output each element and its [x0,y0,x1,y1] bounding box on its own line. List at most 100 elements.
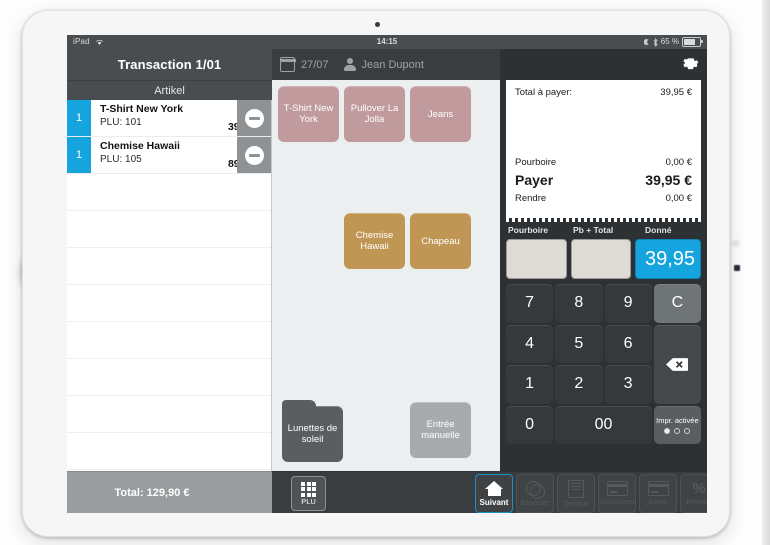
empty-list-row [67,285,271,322]
item-qty: 1 [67,100,91,136]
minus-circle-icon [244,108,264,128]
manual-entry-button[interactable]: Entrée manuelle [410,402,471,458]
receipt-pay-label: Payer [515,172,554,188]
status-clock: 14:15 [376,37,398,46]
background-edge-right [762,0,770,545]
key-3[interactable]: 3 [604,365,652,404]
key-0[interactable]: 0 [506,405,554,444]
home-icon [484,480,504,497]
invoice-icon [568,479,584,498]
tip-total-input-label: Pb + Total [573,225,614,235]
table-row[interactable]: 1 T-Shirt New York PLU: 101 39,95 € [67,100,271,137]
item-qty: 1 [67,137,91,173]
plu-button-label: PLU [301,496,316,506]
discount-button[interactable]: % Remise [680,474,707,513]
key-9[interactable]: 9 [604,284,652,323]
moon-icon [643,39,649,45]
gear-icon[interactable] [682,56,699,73]
empty-list-row [67,211,271,248]
percent-icon: % [692,480,706,497]
discount-label: Remise [686,497,707,506]
session-info-bar: 27/07 Jean Dupont [272,49,500,80]
ios-status-bar: iPad 14:15 65 % [67,35,707,49]
product-folder-lunettes-de-soleil[interactable]: Lunettes de soleil [282,400,343,462]
payment-method-row: Suivant Espèces Debitor Gutschein Karte … [475,474,707,513]
receipt-tip-value: 0,00 € [665,157,692,168]
key-double-zero[interactable]: 00 [555,405,652,444]
empty-list-row [67,396,271,433]
product-button-chapeau[interactable]: Chapeau [410,213,471,269]
article-column-header: Artikel [67,80,272,101]
receipt-summary: Total à payer: 39,95 € Pourboire 0,00 € … [506,80,701,220]
transaction-title: Transaction 1/01 [67,49,272,80]
key-2[interactable]: 2 [555,365,603,404]
payment-debitor-label: Debitor [563,498,589,508]
key-backspace[interactable] [653,324,701,404]
remove-item-button[interactable] [237,137,271,173]
payment-panel: Total à payer: 39,95 € Pourboire 0,00 € … [500,49,707,513]
minus-circle-icon [244,145,264,165]
payment-debitor-button[interactable]: Debitor [557,474,595,513]
tablet-device-frame: iPad 14:15 65 % Transaction 1/01 Artikel… [22,10,730,537]
backspace-icon [666,357,689,371]
empty-list-row [67,248,271,285]
receipt-tip-label: Pourboire [515,157,557,168]
payment-gutschein-button[interactable]: Gutschein [598,474,636,513]
next-button-label: Suivant [479,497,509,507]
key-1[interactable]: 1 [506,365,554,404]
person-icon [343,58,356,71]
receipt-tip-row: Pourboire 0,00 € [515,157,692,168]
product-button-jeans[interactable]: Jeans [410,86,471,142]
coins-icon [526,480,545,499]
key-4[interactable]: 4 [506,324,554,363]
receipt-total-value: 39,95 € [660,87,692,98]
given-amount-input[interactable]: 39,95 [635,239,702,279]
transaction-total-bar: Total: 129,90 € [67,471,272,513]
given-input-label: Donné [645,225,672,235]
payment-karte-button[interactable]: Karte [639,474,677,513]
calendar-icon [279,57,296,72]
product-button-grid: T-Shirt New York Pullover La Jolla Jeans… [272,80,500,513]
receipt-pay-value: 39,95 € [645,172,692,188]
card-icon [606,481,628,496]
empty-list-row [67,359,271,396]
receipt-change-label: Rendre [515,193,547,204]
tip-total-input[interactable] [570,239,632,279]
receipt-change-row: Rendre 0,00 € [515,193,692,204]
payment-cash-label: Espèces [520,497,550,507]
empty-list-row [67,433,271,470]
remove-item-button[interactable] [237,100,271,136]
key-6[interactable]: 6 [604,324,652,363]
grid-icon [301,481,316,497]
tip-input[interactable] [506,239,567,279]
bottom-toolbar: PLU Suivant Espèces Debitor Gutschein Ka… [272,471,707,513]
plu-button-slot: PLU [272,472,330,513]
printer-page-dots [664,427,691,434]
amount-input-labels: Pourboire Pb + Total Donné [506,225,701,237]
key-clear[interactable]: C [653,284,701,323]
payment-cash-button[interactable]: Espèces [516,474,554,513]
table-row[interactable]: 1 Chemise Hawaii PLU: 105 89,95 € [67,137,271,174]
article-list[interactable]: 1 T-Shirt New York PLU: 101 39,95 € 1 [67,100,272,472]
key-7[interactable]: 7 [506,284,554,323]
receipt-spacer [515,102,692,157]
printer-status-button[interactable]: Impr. activée [653,405,701,444]
product-grid-panel: 27/07 Jean Dupont T-Shirt New York Pullo… [272,49,500,513]
product-button-tshirt-new-york[interactable]: T-Shirt New York [278,86,339,142]
empty-list-row [67,174,271,211]
receipt-change-value: 0,00 € [665,193,692,204]
product-button-pullover-la-jolla[interactable]: Pullover La Jolla [344,86,405,142]
plu-button[interactable]: PLU [291,476,326,511]
payment-karte-label: Karte [649,497,667,506]
receipt-pay-row: Payer 39,95 € [515,172,692,188]
amount-input-fields: 39,95 [506,239,702,279]
payment-gutschein-label: Gutschein [600,497,634,506]
key-5[interactable]: 5 [555,324,603,363]
receipt-total-label: Total à payer: [515,87,573,98]
next-button[interactable]: Suivant [475,474,513,513]
empty-list-row [67,322,271,359]
key-8[interactable]: 8 [555,284,603,323]
product-button-chemise-hawaii[interactable]: Chemise Hawaii [344,213,405,269]
bluetooth-icon [653,37,658,47]
battery-icon [682,37,703,47]
